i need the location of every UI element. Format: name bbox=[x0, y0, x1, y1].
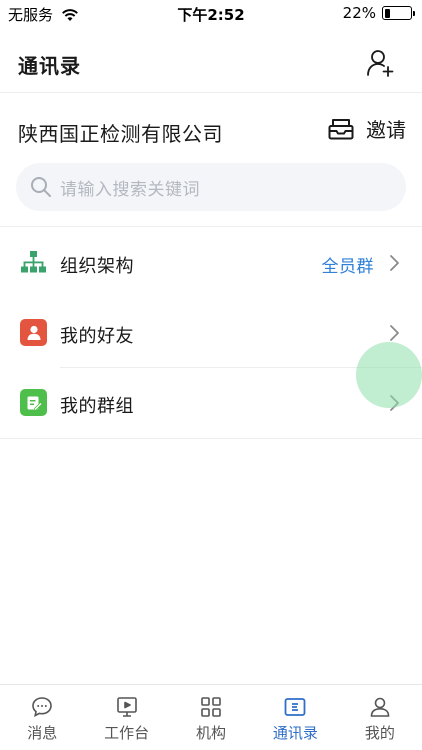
company-name: 陕西国正检测有限公司 bbox=[18, 122, 223, 146]
chevron-right-icon bbox=[390, 255, 399, 271]
inbox-icon bbox=[328, 118, 354, 139]
battery-level bbox=[384, 8, 390, 18]
tab-messages[interactable]: 消息 bbox=[0, 685, 84, 750]
tab-label: 消息 bbox=[27, 724, 58, 742]
tab-label: 机构 bbox=[196, 724, 227, 742]
all-staff-group-link[interactable]: 全员群 bbox=[322, 252, 375, 277]
divider bbox=[0, 226, 422, 227]
grid-icon bbox=[201, 697, 221, 717]
search-placeholder: 请输入搜索关键词 bbox=[60, 179, 200, 200]
tab-organization[interactable]: 机构 bbox=[169, 685, 253, 750]
divider bbox=[0, 438, 422, 439]
search-input[interactable]: 请输入搜索关键词 bbox=[16, 163, 406, 211]
search-icon bbox=[31, 177, 51, 197]
page-header: 通讯录 bbox=[0, 30, 422, 93]
page-title: 通讯录 bbox=[18, 54, 81, 78]
list-item-label: 组织架构 bbox=[60, 256, 134, 277]
person-icon bbox=[20, 319, 47, 346]
org-chart-icon bbox=[20, 249, 47, 276]
status-right: 22% bbox=[342, 4, 415, 22]
invite-button[interactable]: 邀请 bbox=[328, 114, 406, 143]
tab-contacts[interactable]: 通讯录 bbox=[253, 685, 337, 750]
screen-play-icon bbox=[116, 697, 137, 717]
battery-icon bbox=[382, 6, 415, 20]
chevron-right-icon bbox=[390, 325, 399, 341]
status-bar: 无服务 下午2:52 22% bbox=[0, 0, 422, 30]
list-item-friends[interactable]: 我的好友 bbox=[0, 298, 422, 368]
tab-label: 通讯录 bbox=[272, 724, 318, 742]
tab-label: 工作台 bbox=[104, 724, 150, 742]
tab-label: 我的 bbox=[364, 724, 395, 742]
tab-workbench[interactable]: 工作台 bbox=[84, 685, 168, 750]
note-edit-icon bbox=[20, 389, 47, 416]
add-user-icon bbox=[367, 50, 394, 77]
touch-indicator bbox=[356, 342, 422, 408]
profile-icon bbox=[370, 697, 390, 717]
contact-card-icon bbox=[285, 698, 306, 716]
tab-bar: 消息 工作台 机构 通讯录 我的 bbox=[0, 684, 422, 750]
list-item-label: 我的群组 bbox=[60, 396, 134, 417]
list-item-label: 我的好友 bbox=[60, 326, 134, 347]
list-item-org-chart[interactable]: 组织架构 全员群 bbox=[0, 228, 422, 298]
battery-percent: 22% bbox=[342, 4, 376, 22]
company-row: 陕西国正检测有限公司 邀请 bbox=[0, 100, 422, 160]
chat-bubble-icon bbox=[32, 697, 53, 717]
invite-label: 邀请 bbox=[366, 118, 406, 142]
add-user-button[interactable] bbox=[366, 48, 396, 78]
tab-me[interactable]: 我的 bbox=[338, 685, 422, 750]
